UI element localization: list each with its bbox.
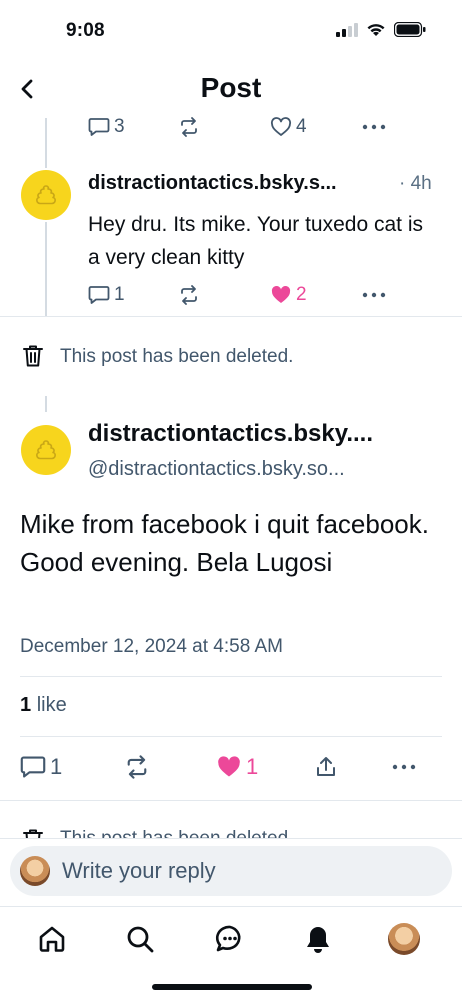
repost-button[interactable] <box>124 755 216 779</box>
divider <box>0 838 462 839</box>
reply-count: 1 <box>50 754 63 779</box>
avatar[interactable] <box>21 170 71 220</box>
search-icon <box>127 926 154 953</box>
like-button[interactable]: 1 <box>216 754 314 780</box>
trash-icon <box>22 828 44 838</box>
reply-count: 3 <box>114 116 125 137</box>
deleted-post-text: This post has been deleted. <box>60 828 293 838</box>
heart-filled-icon <box>271 286 291 303</box>
post-date: December 12, 2024 at 4:58 AM <box>20 636 283 657</box>
reply-placeholder: Write your reply <box>62 858 216 883</box>
thread-line <box>45 222 47 316</box>
more-horizontal-icon <box>362 124 386 130</box>
more-options-button[interactable] <box>362 124 386 130</box>
user-avatar <box>20 856 50 886</box>
repost-icon <box>181 117 197 137</box>
divider <box>20 736 442 737</box>
bell-icon <box>307 927 329 953</box>
thread-line <box>45 118 47 168</box>
tab-search[interactable] <box>122 921 158 957</box>
more-horizontal-icon <box>392 764 416 770</box>
deleted-post-notice: This post has been deleted. <box>0 340 462 374</box>
home-icon <box>39 926 65 952</box>
like-count: 4 <box>296 116 307 137</box>
repost-icon <box>127 755 147 779</box>
status-bar: 9:08 <box>0 0 462 62</box>
parent-post-actions: 3 4 <box>88 116 386 138</box>
tab-chat[interactable] <box>212 921 248 957</box>
tab-bar <box>0 906 462 970</box>
repost-icon <box>181 285 197 305</box>
repost-button[interactable] <box>178 285 270 305</box>
reply-post-actions: 1 2 <box>88 284 386 306</box>
thread-line <box>45 396 47 412</box>
more-horizontal-icon <box>362 292 386 298</box>
comment-icon <box>88 286 110 304</box>
profile-avatar <box>388 923 420 955</box>
deleted-post-notice: This post has been deleted. <box>0 826 462 838</box>
post-text: Hey dru. Its mike. Your tuxedo cat is a … <box>88 213 423 269</box>
cellular-signal-icon <box>336 22 358 42</box>
more-options-button[interactable] <box>392 764 416 770</box>
comment-icon <box>20 756 46 778</box>
tab-notifications[interactable] <box>300 921 336 957</box>
reply-button[interactable]: 1 <box>20 754 124 780</box>
header: Post <box>0 62 462 118</box>
repost-button[interactable] <box>178 117 270 137</box>
like-button[interactable]: 4 <box>270 116 362 138</box>
share-button[interactable] <box>314 755 392 779</box>
reply-composer[interactable]: Write your reply <box>10 846 452 896</box>
wifi-icon <box>366 22 386 42</box>
battery-icon <box>393 21 426 42</box>
heart-outline-icon <box>270 117 292 136</box>
reply-button[interactable]: 3 <box>88 116 178 138</box>
reply-button[interactable]: 1 <box>88 284 178 306</box>
poop-emoji-icon <box>36 440 56 460</box>
likes-summary[interactable]: 1 like <box>20 694 67 717</box>
likes-label: like <box>36 694 67 716</box>
author-handle[interactable]: @distractiontactics.bsky.so... <box>88 458 345 481</box>
trash-icon <box>22 344 44 373</box>
status-time: 9:08 <box>66 20 105 41</box>
chat-icon <box>215 925 241 952</box>
reply-count: 1 <box>114 284 125 305</box>
post-text: Mike from facebook i quit facebook. Good… <box>20 509 429 577</box>
comment-icon <box>88 118 110 136</box>
like-count: 1 <box>246 754 259 779</box>
like-button[interactable]: 2 <box>270 284 362 306</box>
deleted-post-text: This post has been deleted. <box>60 346 294 367</box>
like-count: 2 <box>296 284 307 305</box>
author-handle[interactable]: distractiontactics.bsky.s... <box>88 172 337 195</box>
more-options-button[interactable] <box>362 292 386 298</box>
poop-emoji-icon <box>36 185 56 205</box>
avatar[interactable] <box>21 425 71 475</box>
home-indicator <box>152 984 312 990</box>
status-icons <box>336 21 426 42</box>
divider <box>20 676 442 677</box>
divider <box>0 800 462 801</box>
tab-home[interactable] <box>34 921 70 957</box>
share-icon <box>317 757 335 776</box>
heart-filled-icon <box>218 756 240 777</box>
divider <box>0 316 462 317</box>
likes-count: 1 <box>20 694 32 716</box>
main-post-actions: 1 1 <box>20 754 416 780</box>
page-title: Post <box>200 72 262 103</box>
author-display-name[interactable]: distractiontactics.bsky.... <box>88 420 373 448</box>
post-time[interactable]: · 4h <box>399 173 432 195</box>
tab-profile[interactable] <box>386 921 422 957</box>
